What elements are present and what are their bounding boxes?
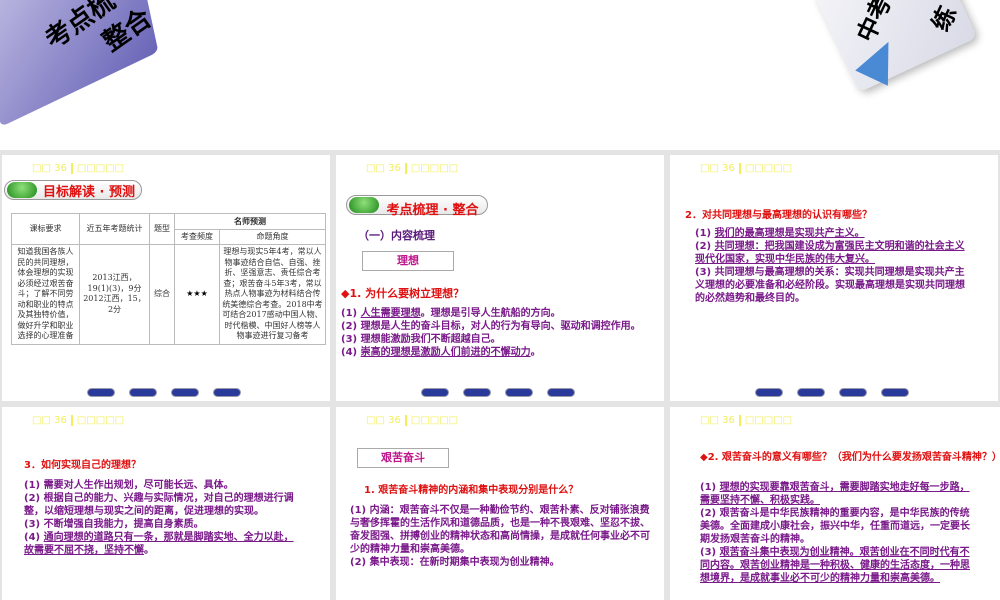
text: □□ 36 (366, 415, 401, 426)
text: (1) (341, 308, 361, 319)
text: 共同理想：把我国建设成为富强民主文明和谐的社会主义现代化国家，实现中华民族的伟大… (695, 241, 965, 265)
text: (3) 共同理想与最高理想的关系：实现共同理想是实现共产主义理想的必要准备和必经… (695, 267, 965, 304)
slide-4[interactable]: □□ 36 □□□□□ 3．如何实现自己的理想？ (1) 需要对人生作出规划，尽可… (2, 407, 330, 600)
text: 崇高的理想是激励人们前进的不懈动力 (360, 347, 531, 358)
text: 艰苦奋斗集中表现为创业精神。艰苦创业在不同时代有不同内容。艰苦创业精神是一种积极… (700, 547, 970, 584)
text: □□□□□ (744, 415, 793, 426)
text: 目标解读 · 预测 (43, 184, 135, 200)
text: 理想的实现要靠艰苦奋斗，需要脚踏实地走好每一步路，需要坚持不懈、积极实践。 (700, 482, 970, 506)
question: ◆1. 为什么要树立理想？ (341, 287, 465, 300)
answer-list: (1) 需要对人生作出规划，尽可能长远、具体。 (2) 根据自己的能力、兴趣与实… (24, 479, 299, 557)
nav-button[interactable] (421, 388, 449, 397)
nav-button[interactable] (797, 388, 825, 397)
text: 。理想是引导人生航船的方向。 (420, 308, 561, 319)
col-header: 考查频度 (174, 228, 220, 245)
col-header: 课标要求 (11, 213, 80, 245)
banner: 考点梳 整合 中考 练 (0, 0, 1000, 150)
text: □□□□□ (410, 415, 459, 426)
answer-list: (1) 人生需要理想。理想是引导人生航船的方向。 (2) 理想是人生的奋斗目标，… (341, 307, 661, 359)
cell: 综合 (149, 244, 175, 345)
text: 考点梳理 · 整合 (386, 203, 479, 218)
slide-header: □□ 36 □□□□□ (366, 163, 458, 174)
col-header: 近五年考题统计 (79, 213, 150, 245)
cell: 理想与现实5年4考，常以人物事迹结合自信、自强、挫折、坚强意志、责任综合考查；艰… (219, 244, 326, 345)
nav-button[interactable] (881, 388, 909, 397)
slide-3[interactable]: □□ 36 □□□□□ 2．对共同理想与最高理想的认识有哪些？ (1) 我们的最高… (670, 155, 998, 401)
question: ◆2. 艰苦奋斗的意义有哪些？（我们为什么要发扬艰苦奋斗精神？） (700, 452, 1000, 463)
nav-button[interactable] (129, 388, 157, 397)
text: 。 (530, 347, 541, 358)
cell: ★★★ (174, 244, 220, 345)
text: 。 (144, 545, 154, 556)
nav-button[interactable] (505, 388, 533, 397)
nav-button[interactable] (755, 388, 783, 397)
text: □□□□□ (410, 163, 459, 174)
slide-header: □□ 36 □□□□□ (32, 415, 124, 426)
text: □□□□□ (76, 163, 125, 174)
text: 我们的最高理想是实现共产主义。 (714, 228, 865, 239)
question: 3．如何实现自己的理想？ (24, 460, 141, 471)
subsection-title: （一）内容梳理 (358, 229, 435, 242)
text: (1) (700, 482, 720, 493)
question: 2．对共同理想与最高理想的认识有哪些？ (685, 210, 872, 221)
text: □□ 36 (32, 163, 67, 174)
green-button-icon (7, 182, 37, 198)
slide-header: □□ 36 □□□□□ (700, 415, 792, 426)
section-pill: 考点梳理 · 整合 (346, 195, 488, 218)
text: (4) (341, 347, 361, 358)
topic-box: 艰苦奋斗 (357, 448, 449, 468)
forecast-table: 课标要求 近五年考题统计 题型 名师预测 考查频度 命题角度 知道我国各族人民的共同理想… (11, 213, 326, 345)
text: (2) (695, 241, 715, 252)
section-pill: 目标解读 · 预测 (4, 180, 142, 200)
nav-button[interactable] (463, 388, 491, 397)
text: (3) 理想能激励我们不断超越自己。 (341, 334, 501, 345)
text: 人生需要理想 (360, 308, 421, 319)
slide-5[interactable]: □□ 36 □□□□□ 艰苦奋斗 1. 艰苦奋斗精神的内涵和集中表现分别是什么？ … (336, 407, 664, 600)
text: (1) 内涵：艰苦奋斗不仅是一种勤俭节约、艰苦朴素、反对铺张浪费与奢侈挥霍的生活… (350, 505, 650, 555)
text: (4) (24, 532, 44, 543)
nav-button[interactable] (213, 388, 241, 397)
text: (2) 根据自己的能力、兴趣与实际情况，对自己的理想进行调整，以缩短理想与现实之… (24, 493, 294, 517)
green-button-icon (349, 197, 379, 213)
text: 通向理想的道路只有一条，那就是脚踏实地、全力以赴，故需要不屈不挠，坚持不懈 (24, 532, 294, 556)
text: (2) 艰苦奋斗是中华民族精神的重要内容，是中华民族的传统美德。全面建成小康社会… (700, 508, 970, 545)
answer-list: (1) 我们的最高理想是实现共产主义。 (2) 共同理想：把我国建设成为富强民主… (695, 227, 970, 305)
col-header: 题型 (149, 213, 175, 245)
slide-nav (421, 388, 575, 397)
question: 1. 艰苦奋斗精神的内涵和集中表现分别是什么？ (364, 485, 579, 496)
nav-button[interactable] (171, 388, 199, 397)
slide-header: □□ 36 □□□□□ (700, 163, 792, 174)
col-header: 名师预测 (174, 213, 326, 230)
text: (1) (695, 228, 715, 239)
slide-header: □□ 36 □□□□□ (32, 163, 124, 174)
slide-nav (755, 388, 909, 397)
topic-box: 理想 (362, 251, 454, 271)
text: (3) 不断增强自我能力，提高自身素质。 (24, 519, 204, 530)
cell: 2013江西，19(1)(3)，9分 2012江西，15，2分 (79, 244, 150, 345)
cell: 知道我国各族人民的共同理想，体会理想的实现必须经过艰苦奋斗；了解不同劳动和职业的… (11, 244, 80, 345)
text: (2) 理想是人生的奋斗目标，对人的行为有导向、驱动和调控作用。 (341, 321, 641, 332)
slide-nav (87, 388, 241, 397)
answer-list: (1) 理想的实现要靠艰苦奋斗，需要脚踏实地走好每一步路，需要坚持不懈、积极实践… (700, 481, 975, 585)
text: □□ 36 (700, 163, 735, 174)
slide-6[interactable]: □□ 36 □□□□□ ◆2. 艰苦奋斗的意义有哪些？（我们为什么要发扬艰苦奋斗精… (670, 407, 1000, 600)
nav-button[interactable] (87, 388, 115, 397)
slide-1[interactable]: □□ 36 □□□□□ 目标解读 · 预测 课标要求 近五年考题统计 题型 名师预测 考… (2, 155, 330, 401)
text: □□ 36 (366, 163, 401, 174)
col-header: 命题角度 (219, 228, 326, 245)
text: □□□□□ (744, 163, 793, 174)
nav-button[interactable] (839, 388, 867, 397)
text: (1) 需要对人生作出规划，尽可能长远、具体。 (24, 480, 234, 491)
text: □□ 36 (700, 415, 735, 426)
text: □□ 36 (32, 415, 67, 426)
answer-list: (1) 内涵：艰苦奋斗不仅是一种勤俭节约、艰苦朴素、反对铺张浪费与奢侈挥霍的生活… (350, 504, 655, 569)
text: □□□□□ (76, 415, 125, 426)
nav-button[interactable] (547, 388, 575, 397)
text: (2) 集中表现：在新时期集中表现为创业精神。 (350, 557, 560, 568)
slide-2[interactable]: □□ 36 □□□□□ 考点梳理 · 整合 （一）内容梳理 理想 ◆1. 为什么要… (336, 155, 664, 401)
slide-header: □□ 36 □□□□□ (366, 415, 458, 426)
text: (3) (700, 547, 720, 558)
